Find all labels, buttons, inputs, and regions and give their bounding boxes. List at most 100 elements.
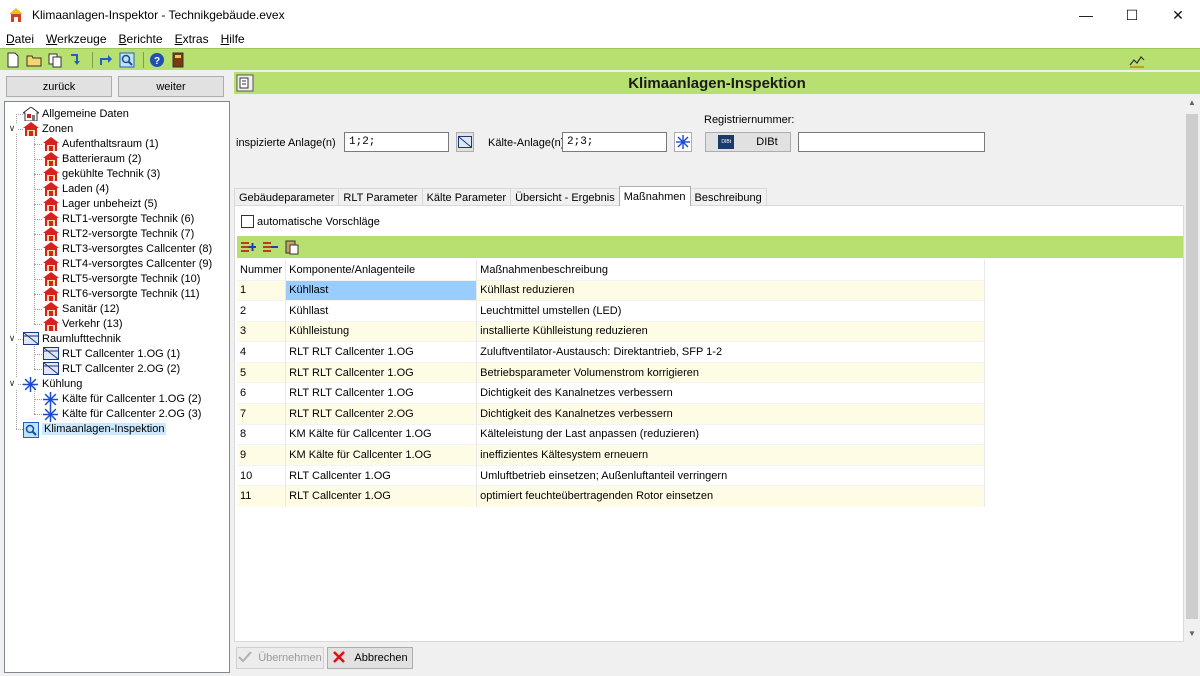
table-cell[interactable]: Zuluftventilator-Austausch: Direktantrie… — [476, 341, 986, 363]
table-cell[interactable]: 9 — [237, 444, 287, 466]
table-cell[interactable]: RLT Callcenter 1.OG — [285, 485, 478, 507]
report-icon[interactable] — [236, 74, 254, 92]
table-cell[interactable]: Leuchtmittel umstellen (LED) — [476, 300, 986, 322]
tree-item[interactable]: RLT2-versorgte Technik (7) — [43, 226, 194, 241]
table-cell[interactable]: Umluftbetrieb einsetzen; Außenluftanteil… — [476, 464, 986, 486]
tree-item[interactable]: Raumlufttechnik — [23, 331, 121, 346]
tab-0[interactable]: Gebäudeparameter — [234, 188, 340, 206]
table-cell[interactable]: Betriebsparameter Volumenstrom korrigier… — [476, 361, 986, 383]
table-row[interactable]: 2 Kühllast Leuchtmittel umstellen (LED) — [237, 300, 986, 322]
search-inspection-icon[interactable] — [118, 51, 136, 69]
table-row[interactable]: 5 RLT RLT Callcenter 1.OG Betriebsparamete… — [237, 361, 986, 383]
tree-item[interactable]: gekühlte Technik (3) — [43, 166, 160, 181]
table-cell[interactable]: Kühllast — [285, 279, 478, 301]
massnahmen-table[interactable]: Nummer Komponente/Anlagenteile Maßnahmen… — [237, 260, 986, 507]
book-icon[interactable] — [169, 51, 187, 69]
table-row[interactable]: 11 RLT Callcenter 1.OG optimiert feuchteüb… — [237, 485, 986, 507]
kaelte-anlagen-input[interactable]: 2;3; — [562, 132, 667, 152]
back-button[interactable]: zurück — [6, 76, 112, 97]
tree-item[interactable]: RLT1-versorgte Technik (6) — [43, 211, 194, 226]
table-cell[interactable]: 3 — [237, 320, 287, 342]
tab-1[interactable]: RLT Parameter — [338, 188, 423, 206]
table-cell[interactable]: optimiert feuchteübertragenden Rotor ein… — [476, 485, 986, 507]
redo-arrow-icon[interactable] — [97, 51, 115, 69]
tree-item[interactable]: RLT3-versorgtes Callcenter (8) — [43, 241, 212, 256]
expand-chevron-icon[interactable]: ∨ — [7, 123, 17, 134]
table-cell[interactable]: Kälteleistung der Last anpassen (reduzie… — [476, 423, 986, 445]
remove-row-icon[interactable] — [261, 238, 279, 256]
table-cell[interactable]: KM Kälte für Callcenter 1.OG — [285, 444, 478, 466]
menu-datei[interactable]: Datei — [0, 32, 40, 46]
tab-5[interactable]: Beschreibung — [689, 188, 767, 206]
column-header-massnahme[interactable]: Maßnahmenbeschreibung — [476, 260, 986, 280]
menu-hilfe[interactable]: Hilfe — [215, 32, 251, 46]
table-cell[interactable]: KM Kälte für Callcenter 1.OG — [285, 423, 478, 445]
tree-item[interactable]: RLT5-versorgte Technik (10) — [43, 271, 200, 286]
import-icon[interactable] — [67, 51, 85, 69]
chart-icon[interactable] — [1128, 51, 1146, 69]
table-cell[interactable]: ineffizientes Kältesystem erneuern — [476, 444, 986, 466]
menu-extras[interactable]: Extras — [169, 32, 215, 46]
paste-icon[interactable] — [283, 238, 301, 256]
close-window-button[interactable]: ✕ — [1155, 0, 1200, 30]
column-header-komponente[interactable]: Komponente/Anlagenteile — [285, 260, 478, 280]
tree-item[interactable]: Lager unbeheizt (5) — [43, 196, 157, 211]
vertical-scrollbar[interactable]: ▲ ▼ — [1184, 94, 1200, 642]
table-row[interactable]: 1 Kühllast Kühllast reduzieren — [237, 279, 986, 301]
table-cell[interactable]: 4 — [237, 341, 287, 363]
table-cell[interactable]: 2 — [237, 300, 287, 322]
table-row[interactable]: 4 RLT RLT Callcenter 1.OG Zuluftventilator… — [237, 341, 986, 363]
table-cell[interactable]: Kühllast reduzieren — [476, 279, 986, 301]
table-row[interactable]: 8 KM Kälte für Callcenter 1.OG Kälteleistu… — [237, 423, 986, 445]
table-cell[interactable]: RLT RLT Callcenter 1.OG — [285, 382, 478, 404]
tree-item[interactable]: Verkehr (13) — [43, 316, 123, 331]
table-cell[interactable]: installierte Kühlleistung reduzieren — [476, 320, 986, 342]
expand-chevron-icon[interactable]: ∨ — [7, 378, 17, 389]
help-icon[interactable]: ? — [148, 51, 166, 69]
tree-item[interactable]: Kälte für Callcenter 2.OG (3) — [43, 406, 201, 422]
inspizierte-anlagen-input[interactable]: 1;2; — [344, 132, 449, 152]
scroll-thumb[interactable] — [1186, 114, 1198, 619]
tree-item[interactable]: RLT4-versorgtes Callcenter (9) — [43, 256, 212, 271]
table-cell[interactable]: 10 — [237, 464, 287, 486]
table-cell[interactable]: Dichtigkeit des Kanalnetzes verbessern — [476, 403, 986, 425]
scroll-up-icon[interactable]: ▲ — [1184, 94, 1200, 111]
apply-button[interactable]: Übernehmen — [236, 647, 324, 669]
tree-item[interactable]: Laden (4) — [43, 181, 109, 196]
table-cell[interactable]: Dichtigkeit des Kanalnetzes verbessern — [476, 382, 986, 404]
table-row[interactable]: 9 KM Kälte für Callcenter 1.OG ineffizient… — [237, 444, 986, 466]
tab-4[interactable]: Maßnahmen — [618, 186, 691, 206]
cancel-button[interactable]: Abbrechen — [327, 647, 413, 669]
tree-item[interactable]: RLT Callcenter 1.OG (1) — [43, 346, 180, 361]
tree-item[interactable]: Kühlung — [23, 376, 82, 392]
expand-chevron-icon[interactable]: ∨ — [7, 333, 17, 344]
table-cell[interactable]: Kühllast — [285, 300, 478, 322]
tree-item[interactable]: Zonen — [23, 121, 73, 136]
air-unit-select-button[interactable] — [456, 132, 474, 152]
copy-icon[interactable] — [46, 51, 64, 69]
tree-item[interactable]: Kälte für Callcenter 1.OG (2) — [43, 391, 201, 407]
minimize-button[interactable]: — — [1063, 0, 1109, 30]
table-row[interactable]: 6 RLT RLT Callcenter 1.OG Dichtigkeit des … — [237, 382, 986, 404]
tree-item[interactable]: RLT6-versorgte Technik (11) — [43, 286, 200, 301]
open-folder-icon[interactable] — [25, 51, 43, 69]
table-cell[interactable]: 6 — [237, 382, 287, 404]
tree-item[interactable]: Sanitär (12) — [43, 301, 119, 316]
table-row[interactable]: 7 RLT RLT Callcenter 2.OG Dichtigkeit des … — [237, 403, 986, 425]
dibt-button[interactable]: DIBt DIBt — [705, 132, 791, 152]
menu-werkzeuge[interactable]: Werkzeuge — [40, 32, 112, 46]
maximize-button[interactable]: ☐ — [1109, 0, 1155, 30]
tab-3[interactable]: Übersicht - Ergebnis — [510, 188, 620, 206]
tab-2[interactable]: Kälte Parameter — [421, 188, 512, 206]
tree-item[interactable]: Aufenthaltsraum (1) — [43, 136, 159, 151]
table-cell[interactable]: RLT RLT Callcenter 2.OG — [285, 403, 478, 425]
new-file-icon[interactable] — [4, 51, 22, 69]
table-cell[interactable]: Kühlleistung — [285, 320, 478, 342]
table-cell[interactable]: 5 — [237, 361, 287, 383]
table-cell[interactable]: RLT RLT Callcenter 1.OG — [285, 361, 478, 383]
table-cell[interactable]: 11 — [237, 485, 287, 507]
tree-item[interactable]: Batterieraum (2) — [43, 151, 141, 166]
registriernummer-input[interactable] — [798, 132, 985, 152]
auto-vorschlaege-checkbox[interactable] — [241, 215, 254, 228]
table-cell[interactable]: 7 — [237, 403, 287, 425]
